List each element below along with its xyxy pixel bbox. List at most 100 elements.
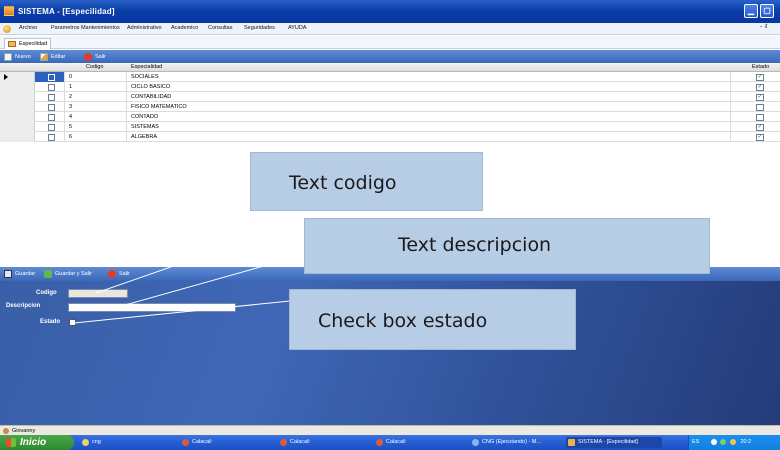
exit-label: Salir	[95, 54, 107, 60]
form-exit-button[interactable]: Salir	[108, 269, 130, 279]
select-cell[interactable]	[35, 82, 65, 92]
folder-icon	[82, 439, 89, 446]
task-label: Calacali	[386, 439, 406, 445]
select-cell[interactable]	[35, 132, 65, 142]
cell-divider	[730, 102, 731, 112]
table-row[interactable]: 5 SISTEMAS ✓	[0, 122, 780, 132]
grid-body: 0 SOCIALES ✓ 1 CICLO BASICO ✓ 2 CONTABILIDAD ✓ 3 F…	[0, 72, 780, 142]
edit-button[interactable]: Editar	[40, 52, 65, 62]
row-header[interactable]	[0, 132, 35, 142]
table-row[interactable]: 1 CICLO BASICO ✓	[0, 82, 780, 92]
row-estado-checkbox[interactable]: ✓	[756, 123, 764, 131]
save-exit-icon	[44, 270, 52, 278]
grid-toolbar: Nuevo Editar Salir	[0, 50, 780, 63]
exit-button[interactable]: Salir	[84, 52, 106, 62]
cell-divider	[730, 92, 731, 102]
row-estado-checkbox[interactable]: ✓	[756, 83, 764, 91]
row-select-checkbox[interactable]	[48, 73, 55, 81]
table-row[interactable]: 6 ALGEBRA ✓	[0, 132, 780, 142]
row-select-checkbox[interactable]	[48, 123, 55, 131]
tray-icon[interactable]	[729, 438, 736, 445]
select-cell[interactable]	[35, 102, 65, 112]
tray-icon[interactable]	[710, 438, 717, 445]
row-specialty: ALGEBRA	[131, 133, 157, 140]
row-header[interactable]	[0, 72, 35, 82]
mdi-restore-icon[interactable]: - ₫	[760, 24, 768, 31]
row-select-checkbox[interactable]	[48, 133, 55, 141]
tray-icon[interactable]	[720, 438, 727, 445]
row-estado-checkbox[interactable]: ✓	[756, 93, 764, 101]
menu-consultas[interactable]: Consultas	[208, 25, 232, 31]
task-label: CNG (Ejecutando) - M...	[482, 439, 541, 445]
cell-divider	[126, 112, 127, 122]
clock[interactable]: 20:2	[740, 439, 751, 445]
row-header[interactable]	[0, 122, 35, 132]
task-calacali-1[interactable]: Calacali	[180, 437, 272, 448]
select-cell[interactable]	[35, 72, 65, 82]
tab-especilidad[interactable]: Especilidad	[4, 38, 52, 49]
task-label: Calacali	[290, 439, 310, 445]
table-row[interactable]: 0 SOCIALES ✓	[0, 72, 780, 82]
row-select-checkbox[interactable]	[48, 113, 55, 121]
edit-pencil-icon	[40, 53, 48, 61]
table-row[interactable]: 3 FISICO MATEMATICO	[0, 102, 780, 112]
language-indicator[interactable]: ES	[692, 439, 699, 445]
save-exit-button[interactable]: Guardar y Salir	[44, 269, 92, 279]
new-label: Nuevo	[15, 54, 31, 60]
menu-archivo[interactable]: Archivo	[19, 25, 37, 31]
new-button[interactable]: Nuevo	[4, 52, 31, 62]
task-label: Calacali	[192, 439, 212, 445]
cell-divider	[126, 72, 127, 82]
row-estado-checkbox[interactable]: ✓	[756, 133, 764, 141]
row-code: 5	[69, 123, 73, 130]
row-specialty: CICLO BASICO	[131, 83, 171, 90]
menu-seguridades[interactable]: Seguridades	[244, 25, 275, 31]
table-row[interactable]: 4 CONTADO	[0, 112, 780, 122]
menu-administrativo[interactable]: Administrativo	[127, 25, 162, 31]
col-estado[interactable]: Estado	[752, 64, 769, 70]
grid-header: Codigo Especialidad Estado	[0, 63, 780, 72]
menu-parametros[interactable]: Parametros Mantenimientos	[51, 25, 120, 31]
ide-icon	[472, 439, 479, 446]
codigo-input[interactable]	[68, 289, 128, 298]
menu-academico[interactable]: Academico	[171, 25, 198, 31]
select-cell[interactable]	[35, 92, 65, 102]
row-estado-checkbox[interactable]	[756, 113, 764, 121]
row-header[interactable]	[0, 82, 35, 92]
select-cell[interactable]	[35, 122, 65, 132]
new-document-icon	[4, 53, 12, 61]
descripcion-input[interactable]	[68, 303, 236, 312]
table-row[interactable]: 2 CONTABILIDAD ✓	[0, 92, 780, 102]
system-menu-icon[interactable]	[3, 25, 11, 33]
row-estado-checkbox[interactable]	[756, 103, 764, 111]
row-select-checkbox[interactable]	[48, 93, 55, 101]
menu-ayuda[interactable]: AYUDA	[288, 25, 307, 31]
window-title: SISTEMA - [Especilidad]	[18, 7, 115, 16]
estado-checkbox[interactable]	[69, 319, 76, 326]
select-cell[interactable]	[35, 112, 65, 122]
row-select-checkbox[interactable]	[48, 103, 55, 111]
row-header[interactable]	[0, 92, 35, 102]
task-cng-running[interactable]: CNG (Ejecutando) - M...	[470, 437, 562, 448]
cell-divider	[730, 82, 731, 92]
cell-divider	[730, 72, 731, 82]
start-button[interactable]: Inicio	[0, 435, 74, 450]
col-especialidad[interactable]: Especialidad	[131, 64, 162, 70]
task-calacali-2[interactable]: Calacali	[278, 437, 370, 448]
menu-bar: Archivo Parametros Mantenimientos Admini…	[0, 23, 780, 35]
col-codigo[interactable]: Codigo	[86, 64, 103, 70]
callout-codigo-text: Text codigo	[289, 172, 397, 194]
save-button[interactable]: Guardar	[4, 269, 35, 279]
task-cng[interactable]: cng	[80, 437, 172, 448]
row-header[interactable]	[0, 112, 35, 122]
minimize-button[interactable]: ▁	[744, 4, 758, 18]
task-sistema[interactable]: SISTEMA - [Especilidad]	[566, 437, 662, 448]
row-estado-checkbox[interactable]: ✓	[756, 73, 764, 81]
maximize-button[interactable]: ▢	[760, 4, 774, 18]
edit-label: Editar	[51, 54, 66, 60]
cell-divider	[730, 112, 731, 122]
app-icon	[568, 439, 575, 446]
row-header[interactable]	[0, 102, 35, 112]
task-calacali-3[interactable]: Calacali	[374, 437, 466, 448]
row-select-checkbox[interactable]	[48, 83, 55, 91]
